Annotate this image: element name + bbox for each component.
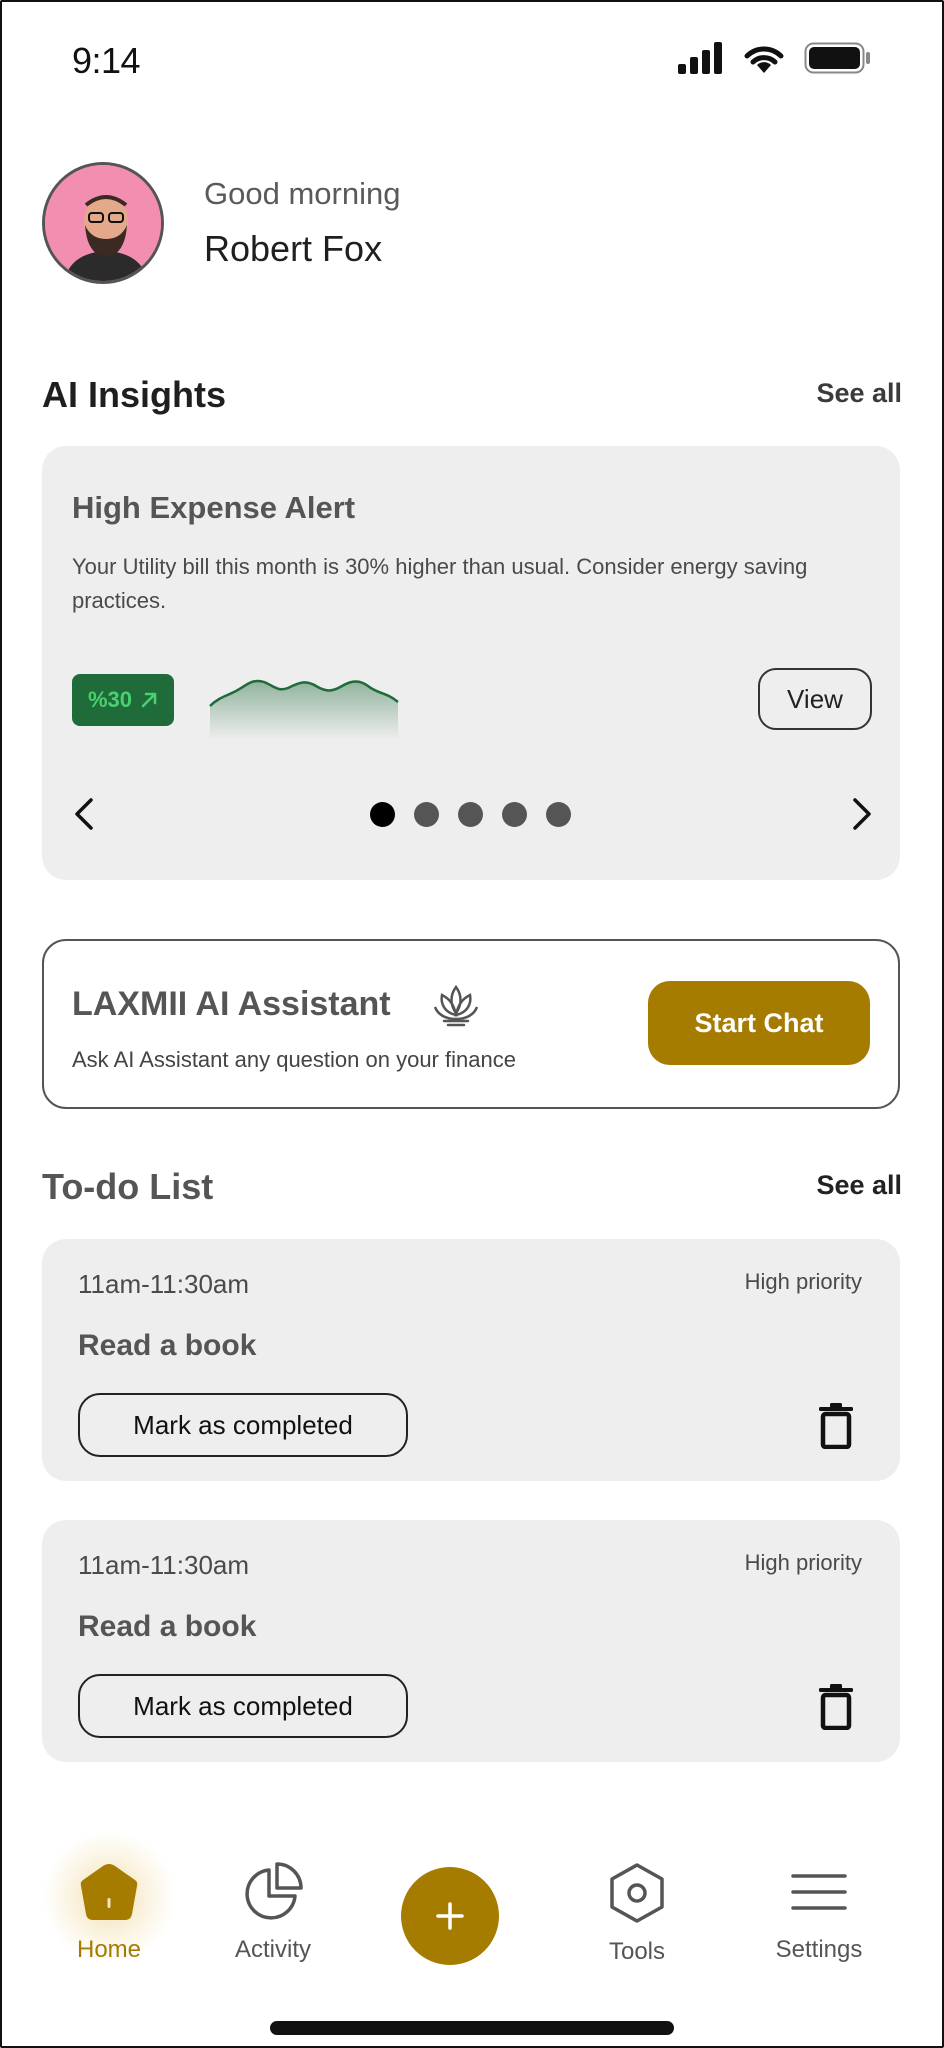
menu-icon	[791, 1874, 847, 1910]
todo-time: 11am-11:30am	[78, 1550, 250, 1580]
start-chat-button[interactable]: Start Chat	[648, 981, 870, 1065]
lotus-icon	[433, 984, 479, 1027]
view-button[interactable]: View	[758, 668, 872, 730]
tab-home[interactable]: Home	[44, 1862, 174, 1964]
todo-priority: High priority	[744, 1550, 862, 1575]
hexagon-icon	[610, 1863, 664, 1923]
tab-tools[interactable]: Tools	[572, 1862, 702, 1966]
avatar[interactable]	[42, 162, 164, 284]
insights-title: AI Insights	[42, 374, 227, 415]
signal-icon	[678, 42, 722, 74]
status-time: 9:14	[72, 40, 141, 81]
todo-card: 11am-11:30am High priority Read a book M…	[42, 1239, 900, 1481]
insight-body: Your Utility bill this month is 30% high…	[72, 554, 808, 613]
pagination-dot[interactable]	[458, 802, 483, 827]
todo-item-title: Read a book	[78, 1329, 257, 1362]
assistant-subtitle: Ask AI Assistant any question on your fi…	[72, 1047, 516, 1072]
wifi-icon	[744, 46, 784, 73]
tab-settings[interactable]: Settings	[754, 1862, 884, 1964]
todo-see-all-link[interactable]: See all	[816, 1170, 902, 1201]
mark-completed-button[interactable]: Mark as completed	[78, 1674, 408, 1738]
battery-icon	[804, 42, 870, 74]
assistant-title: LAXMII AI Assistant	[72, 985, 391, 1023]
greeting-subtitle: Good morning	[204, 176, 401, 211]
previous-arrow-icon[interactable]	[64, 794, 104, 834]
assistant-card: LAXMII AI Assistant Ask AI Assistant any…	[42, 939, 900, 1109]
todo-item-title: Read a book	[78, 1610, 257, 1643]
pagination-dot[interactable]	[546, 802, 571, 827]
todo-time: 11am-11:30am	[78, 1269, 250, 1299]
bottom-nav: Home Activity Tools Settings	[0, 1832, 944, 1990]
todo-priority: High priority	[744, 1269, 862, 1294]
home-icon	[80, 1864, 138, 1920]
pie-chart-icon	[245, 1862, 303, 1920]
pagination-dot[interactable]	[414, 802, 439, 827]
tab-label: Settings	[775, 1936, 863, 1963]
tab-label: Home	[76, 1936, 142, 1963]
tab-label: Activity	[234, 1936, 311, 1963]
pagination-dot[interactable]	[370, 802, 395, 827]
status-icons	[678, 42, 872, 74]
percent-badge: %30	[72, 674, 174, 726]
tab-activity[interactable]: Activity	[208, 1862, 338, 1964]
todo-card: 11am-11:30am High priority Read a book M…	[42, 1520, 900, 1762]
arrow-up-right-icon	[141, 692, 157, 708]
insights-see-all-link[interactable]: See all	[816, 378, 902, 409]
pagination-dot[interactable]	[502, 802, 527, 827]
trash-icon[interactable]	[818, 1403, 854, 1449]
user-name: Robert Fox	[204, 228, 383, 269]
todo-title: To-do List	[42, 1166, 214, 1207]
carousel-pagination	[370, 802, 571, 827]
tab-label: Tools	[608, 1938, 666, 1965]
insight-title: High Expense Alert	[72, 490, 356, 525]
plus-icon	[436, 1902, 464, 1930]
insight-card: High Expense Alert Your Utility bill thi…	[42, 446, 900, 880]
trend-sparkline	[209, 679, 399, 740]
trash-icon[interactable]	[818, 1684, 854, 1730]
home-indicator	[270, 2021, 674, 2035]
next-arrow-icon[interactable]	[842, 794, 882, 834]
add-button[interactable]	[401, 1867, 499, 1965]
mark-completed-button[interactable]: Mark as completed	[78, 1393, 408, 1457]
percent-value: %30	[87, 687, 133, 712]
